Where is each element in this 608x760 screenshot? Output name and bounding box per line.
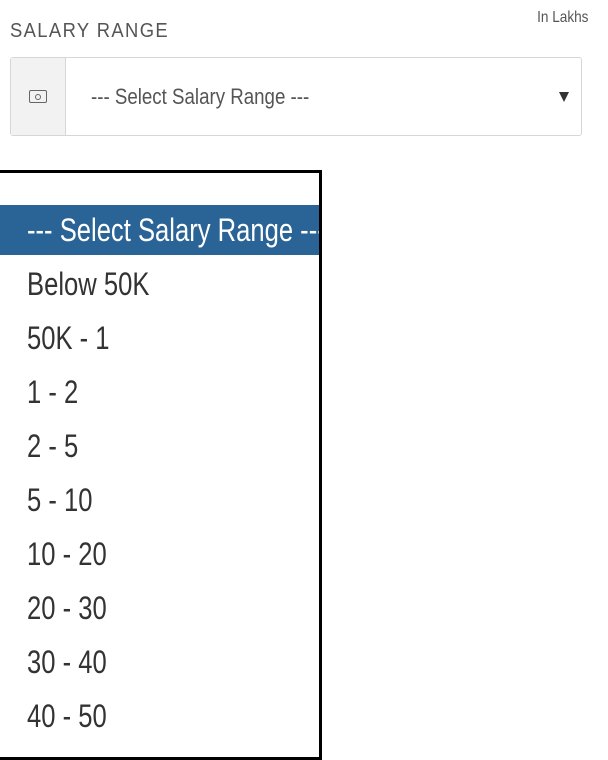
unit-note: In Lakhs xyxy=(536,9,588,26)
option-2-5[interactable]: 2 - 5 xyxy=(0,419,319,473)
option-1-2[interactable]: 1 - 2 xyxy=(0,365,319,419)
option-40-50[interactable]: 40 - 50 xyxy=(0,689,319,743)
option-20-30[interactable]: 20 - 30 xyxy=(0,581,319,635)
money-icon xyxy=(29,90,47,103)
select-current-value[interactable]: --- Select Salary Range --- xyxy=(66,58,581,135)
option-below-50k[interactable]: Below 50K xyxy=(0,257,319,311)
option-50k-1[interactable]: 50K - 1 xyxy=(0,311,319,365)
chevron-down-icon[interactable] xyxy=(559,91,569,102)
field-label: SALARY RANGE xyxy=(10,20,170,42)
select-addon xyxy=(11,58,66,135)
option-5-10[interactable]: 5 - 10 xyxy=(0,473,319,527)
option-30-40[interactable]: 30 - 40 xyxy=(0,635,319,689)
option-select-salary-range[interactable]: --- Select Salary Range --- xyxy=(0,205,319,255)
option-10-20[interactable]: 10 - 20 xyxy=(0,527,319,581)
select-current-value-text: --- Select Salary Range --- xyxy=(91,83,310,109)
salary-range-select[interactable]: --- Select Salary Range --- xyxy=(10,57,582,136)
salary-range-options-list[interactable]: --- Select Salary Range --- Below 50K 50… xyxy=(0,170,322,760)
